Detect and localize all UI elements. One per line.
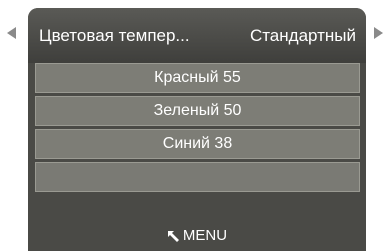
triangle-right-icon[interactable] — [374, 27, 383, 39]
blue-channel-label: Синий 38 — [162, 135, 233, 152]
green-channel-item[interactable]: Зеленый 50 — [35, 96, 360, 126]
triangle-left-icon[interactable] — [7, 27, 16, 39]
return-arrow-icon — [167, 231, 179, 242]
color-channel-list: Красный 55 Зеленый 50 Синий 38 — [35, 63, 360, 195]
blue-channel-item[interactable]: Синий 38 — [35, 129, 360, 159]
menu-label: MENU — [182, 226, 228, 244]
red-channel-item[interactable]: Красный 55 — [35, 63, 360, 93]
osd-screen: Цветовая темпер... Стандартный Красный 5… — [0, 0, 387, 251]
color-temperature-selector[interactable]: Цветовая темпер... Стандартный — [28, 8, 366, 63]
setting-value: Стандартный — [249, 25, 356, 45]
menu-button[interactable]: MENU — [28, 219, 366, 251]
setting-title: Цветовая темпер... — [39, 25, 190, 45]
red-channel-label: Красный 55 — [154, 69, 241, 86]
green-channel-label: Зеленый 50 — [153, 102, 242, 119]
empty-list-item — [35, 162, 360, 192]
color-temperature-panel: Цветовая темпер... Стандартный Красный 5… — [28, 8, 366, 251]
